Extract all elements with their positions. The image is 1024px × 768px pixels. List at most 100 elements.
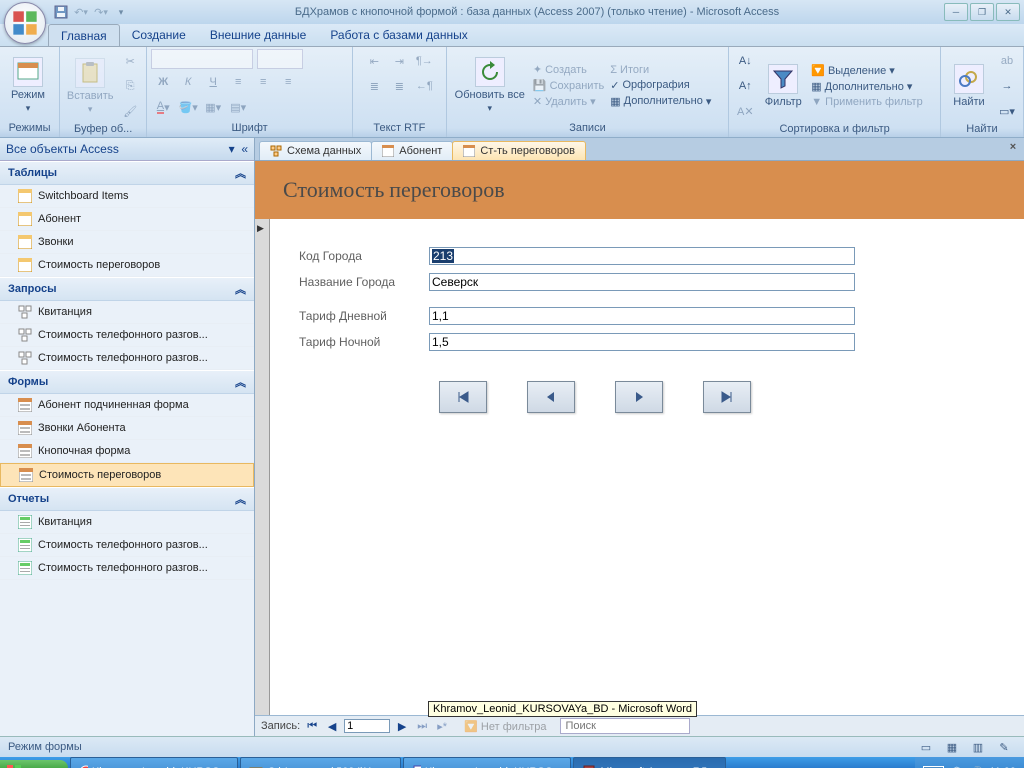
- decrease-indent-icon[interactable]: ⇤: [362, 49, 386, 73]
- more-records-button[interactable]: ▦ Дополнительно ▾: [608, 94, 713, 109]
- advanced-filter-button[interactable]: ▦ Дополнительно ▾: [809, 79, 924, 94]
- bullets-icon[interactable]: ≣: [362, 74, 386, 98]
- form-nav-last-button[interactable]: [703, 381, 751, 413]
- cut-icon[interactable]: ✂: [118, 49, 142, 73]
- nav-table-item[interactable]: Стоимость переговоров: [0, 254, 254, 277]
- increase-indent-icon[interactable]: ⇥: [387, 49, 411, 73]
- replace-icon[interactable]: ab: [995, 49, 1019, 73]
- design-view-icon[interactable]: ✎: [992, 735, 1016, 759]
- form-nav-next-button[interactable]: [615, 381, 663, 413]
- delete-record-button[interactable]: ✕ Удалить ▾: [531, 94, 606, 109]
- sort-desc-icon[interactable]: A↑: [733, 74, 757, 98]
- align-right-icon[interactable]: ≡: [276, 70, 300, 94]
- selection-filter-button[interactable]: 🔽 Выделение ▾: [809, 63, 924, 78]
- align-center-icon[interactable]: ≡: [251, 70, 275, 94]
- office-button[interactable]: [4, 2, 46, 44]
- redo-icon[interactable]: ↷▾: [92, 3, 110, 21]
- nav-table-item[interactable]: Звонки: [0, 231, 254, 254]
- nav-section-reports[interactable]: Отчеты︽: [0, 487, 254, 511]
- save-record-button[interactable]: 💾 Сохранить: [531, 78, 606, 93]
- field-input-day-rate[interactable]: 1,1: [429, 307, 855, 325]
- nav-form-item[interactable]: Стоимость переговоров: [0, 463, 254, 487]
- nav-report-item[interactable]: Стоимость телефонного разгов...: [0, 534, 254, 557]
- field-input-city-name[interactable]: Северск: [429, 273, 855, 291]
- doc-close-button[interactable]: ×: [1006, 141, 1020, 155]
- copy-icon[interactable]: ⎘: [118, 74, 142, 98]
- tab-external[interactable]: Внешние данные: [198, 24, 319, 46]
- nav-table-item[interactable]: Абонент: [0, 208, 254, 231]
- nav-section-queries[interactable]: Запросы︽: [0, 277, 254, 301]
- italic-icon[interactable]: К: [176, 70, 200, 94]
- tab-database[interactable]: Работа с базами данных: [318, 24, 479, 46]
- font-color-icon[interactable]: A▾: [151, 95, 175, 119]
- recnav-last-icon[interactable]: ⏭: [414, 719, 430, 733]
- nav-query-item[interactable]: Стоимость телефонного разгов...: [0, 324, 254, 347]
- form-nav-first-button[interactable]: [439, 381, 487, 413]
- nav-report-item[interactable]: Стоимость телефонного разгов...: [0, 557, 254, 580]
- nav-table-item[interactable]: Switchboard Items: [0, 185, 254, 208]
- record-selector[interactable]: ▶: [255, 219, 270, 715]
- recnav-next-icon[interactable]: ▶: [394, 719, 410, 733]
- tab-home[interactable]: Главная: [48, 24, 120, 46]
- nav-query-item[interactable]: Стоимость телефонного разгов...: [0, 347, 254, 370]
- close-button[interactable]: ✕: [996, 3, 1020, 21]
- clear-sort-icon[interactable]: A✕: [733, 99, 757, 123]
- nav-query-item[interactable]: Квитанция: [0, 301, 254, 324]
- recnav-new-icon[interactable]: ▸*: [434, 719, 450, 733]
- underline-icon[interactable]: Ч: [201, 70, 225, 94]
- qat-customize-icon[interactable]: ▾: [112, 3, 130, 21]
- ltr-icon[interactable]: ¶→: [412, 49, 436, 73]
- minimize-button[interactable]: ─: [944, 3, 968, 21]
- undo-icon[interactable]: ↶▾: [72, 3, 90, 21]
- field-input-night-rate[interactable]: 1,5: [429, 333, 855, 351]
- recnav-prev-icon[interactable]: ◀: [324, 719, 340, 733]
- view-shortcuts[interactable]: ▭ ▦ ▥ ✎: [914, 735, 1016, 759]
- system-tray[interactable]: RU 🛡 🔊 11:00: [915, 757, 1024, 768]
- nav-form-item[interactable]: Абонент подчиненная форма: [0, 394, 254, 417]
- doc-tab-abonent[interactable]: Абонент: [371, 141, 453, 160]
- datasheet-view-icon[interactable]: ▦: [940, 735, 964, 759]
- taskbar-item[interactable]: WKhramov_Leonid_KURSO...: [403, 757, 571, 768]
- refresh-all-button[interactable]: Обновить все▾: [451, 55, 529, 116]
- filter-button[interactable]: Фильтр: [759, 62, 807, 110]
- view-button[interactable]: Режим▾: [4, 55, 52, 116]
- nav-report-item[interactable]: Квитанция: [0, 511, 254, 534]
- find-button[interactable]: Найти: [945, 62, 993, 110]
- recnav-search-input[interactable]: [560, 718, 690, 734]
- doc-tab-schema[interactable]: Схема данных: [259, 141, 372, 160]
- spelling-button[interactable]: ✓ Орфография: [608, 78, 713, 93]
- nav-form-item[interactable]: Кнопочная форма: [0, 440, 254, 463]
- doc-tab-cost[interactable]: Ст-ть переговоров: [452, 141, 586, 160]
- start-button[interactable]: Пуск: [0, 760, 68, 768]
- recnav-first-icon[interactable]: ⏮: [304, 719, 320, 733]
- toggle-filter-button[interactable]: ▼ Применить фильтр: [809, 95, 924, 109]
- taskbar-item[interactable]: O:\Филатова\Д094\Хра...: [240, 757, 401, 768]
- recnav-position-input[interactable]: [344, 719, 390, 733]
- restore-button[interactable]: ❐: [970, 3, 994, 21]
- nav-pane-header[interactable]: Все объекты Access▾ «: [0, 138, 254, 161]
- nav-section-tables[interactable]: Таблицы︽: [0, 161, 254, 185]
- save-icon[interactable]: [52, 3, 70, 21]
- nav-section-forms[interactable]: Формы︽: [0, 370, 254, 394]
- taskbar-item[interactable]: AMicrosoft Access - БД...: [573, 757, 725, 768]
- new-record-button[interactable]: ✦ Создать: [531, 62, 606, 77]
- form-view-icon[interactable]: ▭: [914, 735, 938, 759]
- bold-icon[interactable]: Ж: [151, 70, 175, 94]
- paste-button[interactable]: Вставить▾: [64, 56, 116, 117]
- format-painter-icon[interactable]: 🖌: [118, 99, 142, 123]
- goto-icon[interactable]: →: [995, 74, 1019, 98]
- alt-row-icon[interactable]: ▤▾: [226, 95, 250, 119]
- rtl-icon[interactable]: ←¶: [412, 74, 436, 98]
- gridlines-icon[interactable]: ▦▾: [201, 95, 225, 119]
- sort-asc-icon[interactable]: A↓: [733, 49, 757, 73]
- form-nav-prev-button[interactable]: [527, 381, 575, 413]
- fill-color-icon[interactable]: 🪣▾: [176, 95, 200, 119]
- layout-view-icon[interactable]: ▥: [966, 735, 990, 759]
- nav-form-item[interactable]: Звонки Абонента: [0, 417, 254, 440]
- taskbar-item[interactable]: Khramov_Leonid_KURSO...: [70, 757, 238, 768]
- align-left-icon[interactable]: ≡: [226, 70, 250, 94]
- select-icon[interactable]: ▭▾: [995, 99, 1019, 123]
- totals-button[interactable]: Σ Итоги: [608, 63, 713, 77]
- field-input-city-code[interactable]: 213: [429, 247, 855, 265]
- tab-create[interactable]: Создание: [120, 24, 198, 46]
